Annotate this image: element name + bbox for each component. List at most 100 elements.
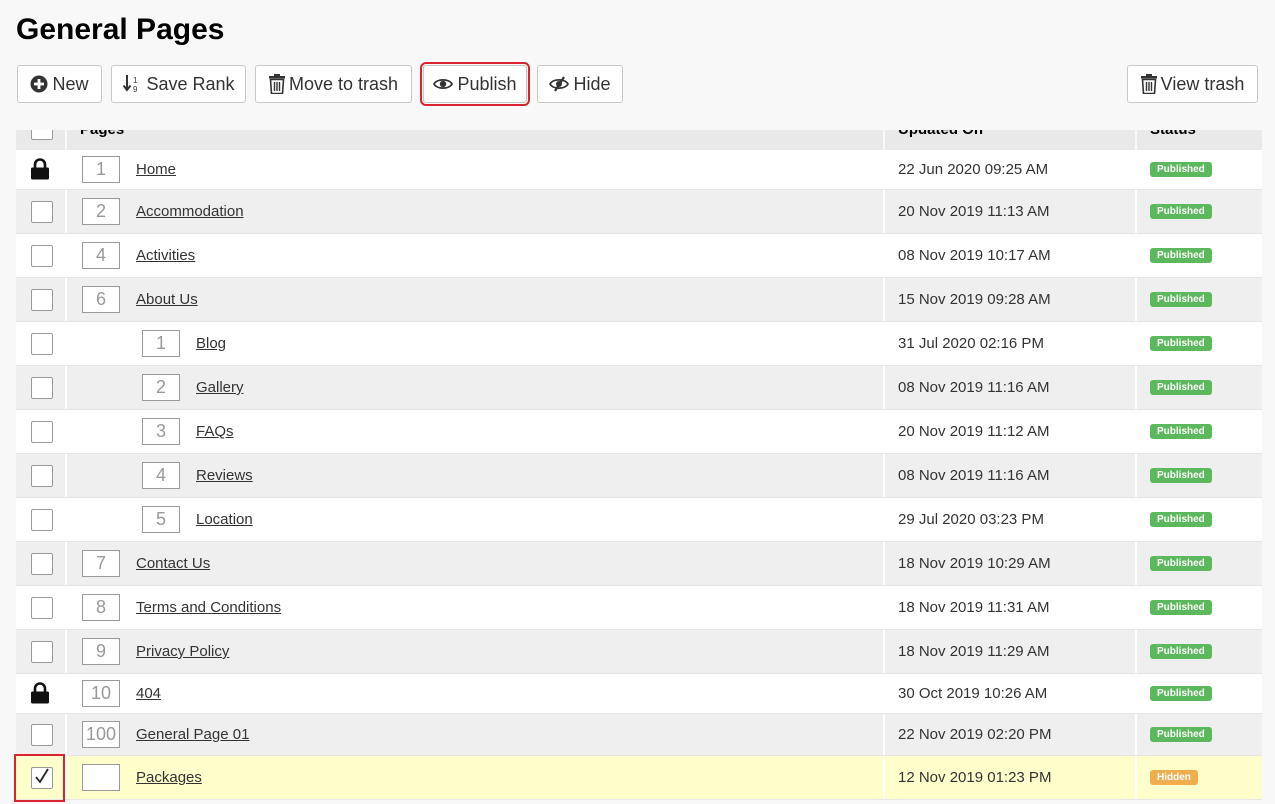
row-checkbox[interactable] (31, 421, 53, 443)
table-row: 1 Blog 31 Jul 2020 02:16 PM Published (16, 322, 1262, 366)
rank-input[interactable]: 2 (82, 198, 120, 225)
page-title-link[interactable]: Terms and Conditions (136, 599, 281, 616)
selected-checkbox-highlight (14, 754, 65, 802)
publish-button-label: Publish (457, 73, 517, 94)
row-checkbox[interactable] (31, 245, 53, 267)
rank-input[interactable]: 4 (142, 462, 180, 489)
status-badge: Published (1150, 686, 1212, 701)
updated-on-text: 12 Nov 2019 01:23 PM (898, 769, 1052, 786)
table-row: 7 Contact Us 18 Nov 2019 10:29 AM Published (16, 542, 1262, 586)
header-updated-on: Updated On (898, 130, 983, 138)
new-button[interactable]: New (17, 65, 102, 103)
rank-input[interactable]: 10 (82, 680, 120, 707)
rank-input[interactable]: 9 (82, 638, 120, 665)
rank-input[interactable]: 2 (142, 374, 180, 401)
toolbar: New 19 Save Rank Move to trash Publish H… (0, 0, 1275, 120)
rank-input[interactable] (82, 764, 120, 791)
hide-button[interactable]: Hide (537, 65, 623, 103)
lock-icon (30, 682, 50, 709)
save-rank-button[interactable]: 19 Save Rank (111, 65, 246, 103)
status-badge: Published (1150, 336, 1212, 351)
table-row: 10 404 30 Oct 2019 10:26 AM Published (16, 674, 1262, 714)
table-row: 2 Gallery 08 Nov 2019 11:16 AM Published (16, 366, 1262, 410)
eye-slash-icon (549, 76, 570, 92)
status-badge: Published (1150, 512, 1212, 527)
row-checkbox[interactable] (31, 333, 53, 355)
row-checkbox[interactable] (31, 553, 53, 575)
select-all-checkbox[interactable] (31, 130, 53, 140)
page-title-link[interactable]: Home (136, 161, 176, 178)
status-badge: Published (1150, 248, 1212, 263)
page-title-link[interactable]: Packages (136, 769, 202, 786)
rank-input[interactable]: 7 (82, 550, 120, 577)
rank-input[interactable]: 4 (82, 242, 120, 269)
lock-icon (30, 158, 50, 185)
status-badge: Published (1150, 468, 1212, 483)
row-checkbox[interactable] (31, 597, 53, 619)
rank-input[interactable]: 6 (82, 286, 120, 313)
rank-input[interactable]: 3 (142, 418, 180, 445)
save-rank-button-label: Save Rank (146, 73, 235, 94)
status-badge: Published (1150, 162, 1212, 177)
svg-text:9: 9 (133, 85, 138, 94)
view-trash-button-label: View trash (1160, 73, 1245, 94)
table-row: 2 Accommodation 20 Nov 2019 11:13 AM Publis… (16, 190, 1262, 234)
page-title-link[interactable]: Contact Us (136, 555, 210, 572)
updated-on-text: 22 Nov 2019 02:20 PM (898, 726, 1052, 743)
row-checkbox[interactable] (31, 201, 53, 223)
rank-input[interactable]: 8 (82, 594, 120, 621)
row-checkbox[interactable] (31, 377, 53, 399)
eye-icon (433, 77, 454, 91)
page-title-link[interactable]: Activities (136, 247, 195, 264)
table-row: 5 Location 29 Jul 2020 03:23 PM Published (16, 498, 1262, 542)
status-badge: Published (1150, 556, 1212, 571)
page-title-link[interactable]: Gallery (196, 379, 244, 396)
updated-on-text: 30 Oct 2019 10:26 AM (898, 685, 1048, 702)
status-badge: Published (1150, 644, 1212, 659)
page-title-link[interactable]: 404 (136, 685, 161, 702)
updated-on-text: 08 Nov 2019 11:16 AM (898, 379, 1050, 396)
page-title-link[interactable]: Accommodation (136, 203, 244, 220)
row-checkbox[interactable] (31, 509, 53, 531)
updated-on-text: 15 Nov 2019 09:28 AM (898, 291, 1051, 308)
rank-input[interactable]: 100 (82, 721, 120, 748)
new-button-label: New (52, 73, 89, 94)
move-to-trash-button-label: Move to trash (288, 73, 399, 94)
table-row: Packages 12 Nov 2019 01:23 PM Hidden (14, 754, 1262, 802)
updated-on-text: 18 Nov 2019 11:31 AM (898, 599, 1050, 616)
page-title-link[interactable]: FAQs (196, 423, 234, 440)
table-header: Pages Updated On Status (16, 130, 1262, 150)
rank-input[interactable]: 1 (142, 330, 180, 357)
page-title-link[interactable]: Blog (196, 335, 226, 352)
updated-on-text: 18 Nov 2019 11:29 AM (898, 643, 1050, 660)
row-checkbox[interactable] (31, 289, 53, 311)
status-badge: Published (1150, 380, 1212, 395)
rank-input[interactable]: 1 (82, 156, 120, 183)
updated-on-text: 22 Jun 2020 09:25 AM (898, 161, 1049, 178)
page-title-link[interactable]: General Page 01 (136, 726, 249, 743)
updated-on-text: 08 Nov 2019 11:16 AM (898, 467, 1050, 484)
row-checkbox[interactable] (31, 465, 53, 487)
table-row: 4 Activities 08 Nov 2019 10:17 AM Published (16, 234, 1262, 278)
publish-button[interactable]: Publish (420, 62, 530, 106)
move-to-trash-button[interactable]: Move to trash (255, 65, 412, 103)
table-row: 100 General Page 01 22 Nov 2019 02:20 PM Pu… (16, 714, 1262, 756)
row-checkbox[interactable] (31, 641, 53, 663)
sort-numeric-icon: 19 (122, 74, 142, 94)
table-row: 4 Reviews 08 Nov 2019 11:16 AM Published (16, 454, 1262, 498)
updated-on-text: 29 Jul 2020 03:23 PM (898, 511, 1044, 528)
page-title-link[interactable]: Privacy Policy (136, 643, 229, 660)
row-checkbox[interactable] (31, 724, 53, 746)
page-title-link[interactable]: Reviews (196, 467, 253, 484)
pages-table: Pages Updated On Status 1 Home 22 Jun 2020… (14, 130, 1262, 802)
updated-on-text: 31 Jul 2020 02:16 PM (898, 335, 1044, 352)
updated-on-text: 18 Nov 2019 10:29 AM (898, 555, 1051, 572)
rank-input[interactable]: 5 (142, 506, 180, 533)
page-title-link[interactable]: Location (196, 511, 253, 528)
page-title-link[interactable]: About Us (136, 291, 198, 308)
view-trash-button[interactable]: View trash (1127, 65, 1258, 103)
header-status: Status (1150, 130, 1196, 138)
table-row: 1 Home 22 Jun 2020 09:25 AM Published (16, 150, 1262, 190)
updated-on-text: 08 Nov 2019 10:17 AM (898, 247, 1051, 264)
status-badge: Hidden (1150, 770, 1198, 785)
